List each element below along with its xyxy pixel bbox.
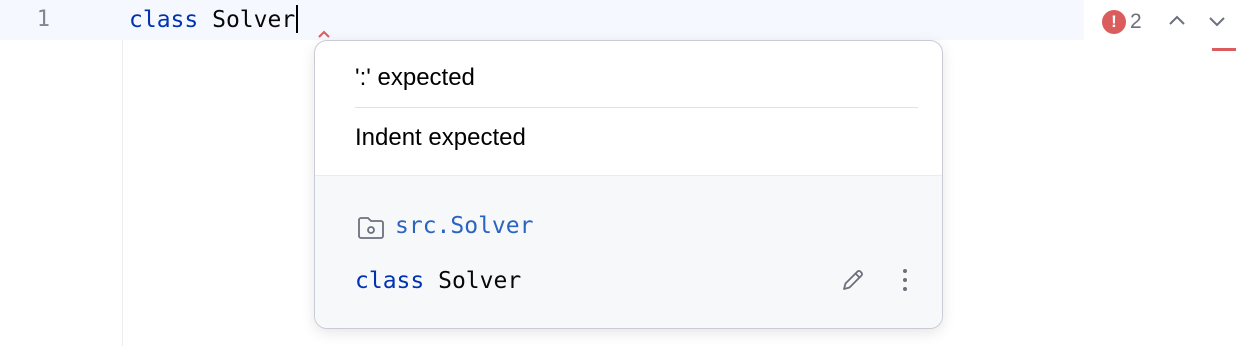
problem-message[interactable]: ':' expected — [355, 63, 475, 93]
documentation-section: src.Solver class Solver — [315, 175, 942, 328]
line-number: 1 — [36, 7, 50, 32]
module-path-link[interactable]: src.Solver — [395, 210, 533, 242]
problem-message[interactable]: Indent expected — [355, 123, 526, 153]
problem-divider — [355, 107, 918, 108]
error-icon[interactable]: ! — [1102, 10, 1126, 34]
inspection-widget: ! 2 — [1084, 0, 1236, 44]
error-stripe-marker[interactable] — [1212, 48, 1236, 51]
line-gutter — [0, 0, 123, 346]
text-caret — [296, 5, 299, 33]
folder-icon — [358, 217, 384, 239]
error-popup: ':' expected Indent expected src.Solver … — [314, 40, 943, 329]
error-count[interactable]: 2 — [1130, 8, 1142, 36]
code-keyword: class — [129, 7, 199, 33]
chevron-down-icon[interactable] — [1206, 10, 1228, 32]
error-squiggle — [318, 30, 330, 38]
signature-class-name: Solver — [438, 268, 522, 294]
chevron-up-icon[interactable] — [1166, 10, 1188, 32]
class-signature: class Solver — [355, 265, 521, 297]
signature-keyword: class — [355, 268, 425, 294]
code-line[interactable]: class Solver — [129, 0, 299, 40]
code-class-name: Solver — [212, 7, 296, 33]
pencil-icon[interactable] — [839, 266, 867, 294]
more-vertical-icon[interactable] — [893, 266, 917, 294]
